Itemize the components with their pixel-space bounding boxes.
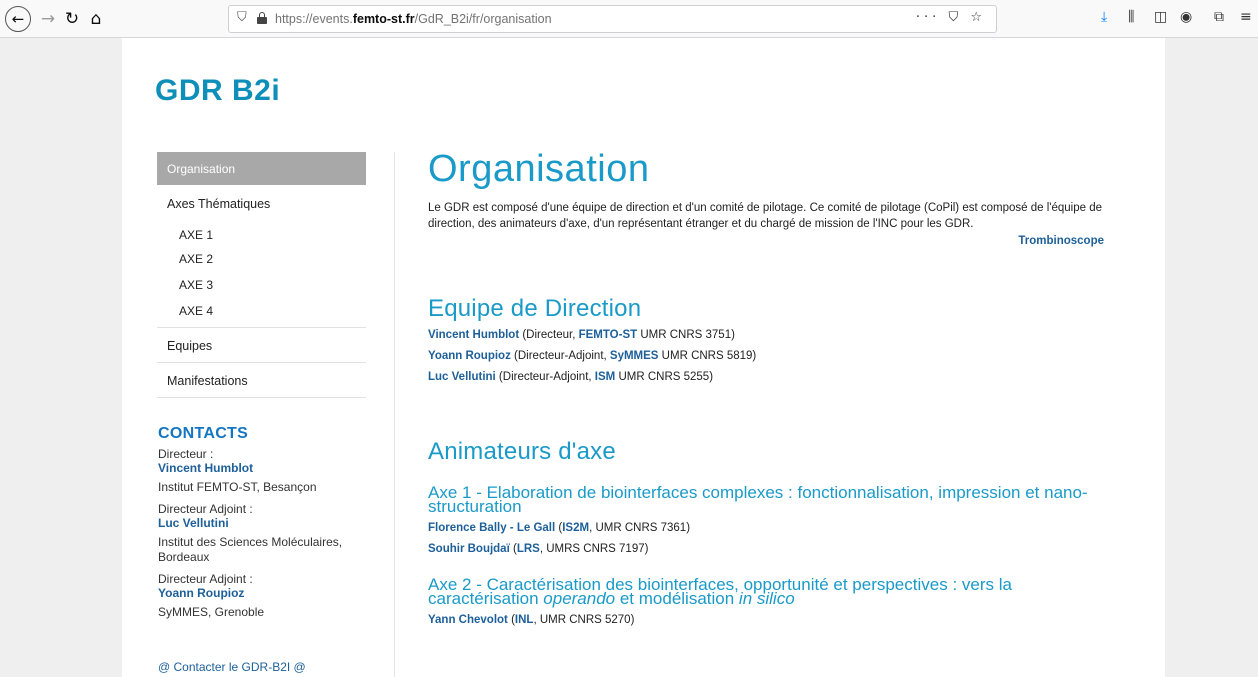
person-entry: Florence Bally - Le Gall (IS2M, UMR CNRS… xyxy=(428,521,1118,535)
person-name-link[interactable]: Florence Bally - Le Gall xyxy=(428,522,555,534)
person-affiliation: , UMR CNRS 5270) xyxy=(533,614,635,626)
institution-link[interactable]: INL xyxy=(515,614,534,626)
institution-link[interactable]: IS2M xyxy=(562,522,589,534)
forward-arrow-icon[interactable]: → xyxy=(36,7,60,31)
person-entry: Souhir Boujdaï (LRS, UMRS CNRS 7197) xyxy=(428,542,1118,556)
contacts-block: CONTACTS Directeur : Vincent Humblot Ins… xyxy=(158,425,368,674)
person-affiliation: UMR CNRS 5255) xyxy=(615,371,714,383)
url-bar[interactable]: ⛉ https://events.femto-st.fr/GdR_B2i/fr/… xyxy=(228,5,997,33)
page-content: GDR B2i Organisation Axes Thématiques AX… xyxy=(122,38,1165,677)
extensions-icon[interactable]: ⧉ xyxy=(1214,9,1224,25)
library-icon[interactable]: ⫼ xyxy=(1128,9,1134,25)
sidebar-item-axe-3[interactable]: AXE 3 xyxy=(157,275,366,301)
person-name-link[interactable]: Yoann Roupioz xyxy=(428,350,511,362)
intro-paragraph: Le GDR est composé d'une équipe de direc… xyxy=(428,202,1102,230)
download-icon[interactable]: ⤓ xyxy=(1101,9,1107,25)
person-entry: Yoann Roupioz (Directeur-Adjoint, SyMMES… xyxy=(428,349,1118,363)
shield-icon[interactable]: ⛉ xyxy=(237,10,247,25)
page-title: Organisation xyxy=(428,148,650,190)
person-name-link[interactable]: Yann Chevolot xyxy=(428,614,508,626)
sidebar-item-equipes[interactable]: Equipes xyxy=(157,328,366,362)
person-name-link[interactable]: Luc Vellutini xyxy=(428,371,496,383)
person-entry: Yann Chevolot (INL, UMR CNRS 5270) xyxy=(428,613,1118,627)
menu-icon[interactable]: ≡ xyxy=(1240,9,1252,25)
back-arrow-icon[interactable]: ← xyxy=(5,6,31,32)
sidebar-nav: Organisation Axes Thématiques AXE 1 AXE … xyxy=(157,152,366,398)
person-role: (Directeur, xyxy=(519,329,579,341)
contact-role: Directeur Adjoint : xyxy=(158,502,253,516)
axe-1-people: Florence Bally - Le Gall ( IS2M, UMR CNRS… xyxy=(428,521,1118,556)
institution-link[interactable]: LRS xyxy=(517,543,540,555)
contact-institution: Institut des Sciences Moléculaires, Bord… xyxy=(158,535,343,564)
axe-2-people: Yann Chevolot (INL, UMR CNRS 5270) xyxy=(428,613,1118,627)
column-divider xyxy=(394,152,395,677)
reload-icon[interactable]: ↻ xyxy=(60,7,84,31)
person-affiliation: , UMR CNRS 7361) xyxy=(589,522,691,534)
person-affiliation: UMR CNRS 5819) xyxy=(658,350,757,362)
trombinoscope-link[interactable]: Trombinoscope xyxy=(428,235,1104,247)
person-affiliation: , UMRS CNRS 7197) xyxy=(539,543,649,555)
sidebar-item-axe-4[interactable]: AXE 4 xyxy=(157,301,366,327)
site-logo[interactable]: GDR B2i xyxy=(155,74,280,108)
person-name-link[interactable]: Souhir Boujdaï xyxy=(428,543,510,555)
contact-institution: Institut FEMTO-ST, Besançon xyxy=(158,480,317,494)
home-icon[interactable]: ⌂ xyxy=(84,7,108,31)
animateurs-heading: Animateurs d'axe xyxy=(428,438,616,465)
institution-link[interactable]: ISM xyxy=(595,371,615,383)
sidebar-item-manifestations[interactable]: Manifestations xyxy=(157,363,366,397)
axe-2-heading: Axe 2 - Caractérisation des biointerface… xyxy=(428,575,1012,608)
sidebar-item-axes[interactable]: Axes Thématiques xyxy=(157,185,366,221)
sidebar-item-axe-1[interactable]: AXE 1 xyxy=(157,221,366,249)
sidebar-item-axe-2[interactable]: AXE 2 xyxy=(157,249,366,275)
sidebar-item-organisation[interactable]: Organisation xyxy=(157,152,366,185)
contact-institution: SyMMES, Grenoble xyxy=(158,605,265,619)
lock-icon[interactable] xyxy=(257,12,267,24)
person-role: ( xyxy=(509,543,517,555)
contacts-title: CONTACTS xyxy=(158,425,249,442)
institution-link[interactable]: FEMTO-ST xyxy=(579,329,638,341)
person-role: (Directeur-Adjoint, xyxy=(510,350,610,362)
contact-role: Directeur : xyxy=(158,447,214,461)
account-icon[interactable]: ◉ xyxy=(1180,9,1192,25)
person-entry: Luc Vellutini (Directeur-Adjoint, ISM UM… xyxy=(428,370,1118,384)
person-name-link[interactable]: Vincent Humblot xyxy=(428,329,519,341)
contact-role: Directeur Adjoint : xyxy=(158,572,253,586)
contact-name-link[interactable]: Luc Vellutini xyxy=(158,516,368,530)
person-affiliation: UMR CNRS 3751) xyxy=(637,329,735,341)
contact-name-link[interactable]: Vincent Humblot xyxy=(158,461,368,475)
contact-gdr-link[interactable]: @ Contacter le GDR-B2I @ xyxy=(158,660,368,674)
person-entry: Vincent Humblot (Directeur, FEMTO-ST UMR… xyxy=(428,328,1118,342)
browser-toolbar: ← → ↻ ⌂ ⛉ https://events.femto-st.fr/GdR… xyxy=(0,0,1258,38)
contact-name-link[interactable]: Yoann Roupioz xyxy=(158,586,368,600)
sidebar-toggle-icon[interactable]: ◫ xyxy=(1154,9,1167,25)
institution-link[interactable]: SyMMES xyxy=(610,350,659,362)
axe-1-heading: Axe 1 - Elaboration de biointerfaces com… xyxy=(428,483,1088,516)
main-content: Organisation Le GDR est composé d'une éq… xyxy=(428,148,1118,627)
divider xyxy=(157,397,366,398)
url-text[interactable]: https://events.femto-st.fr/GdR_B2i/fr/or… xyxy=(275,12,552,26)
page-actions-icons[interactable]: ··· ⛉ ☆ xyxy=(916,10,986,25)
person-role: ( xyxy=(507,614,515,626)
direction-heading: Equipe de Direction xyxy=(428,295,642,322)
person-role: (Directeur-Adjoint, xyxy=(495,371,595,383)
direction-list: Vincent Humblot (Directeur, FEMTO-ST UMR… xyxy=(428,328,1118,384)
